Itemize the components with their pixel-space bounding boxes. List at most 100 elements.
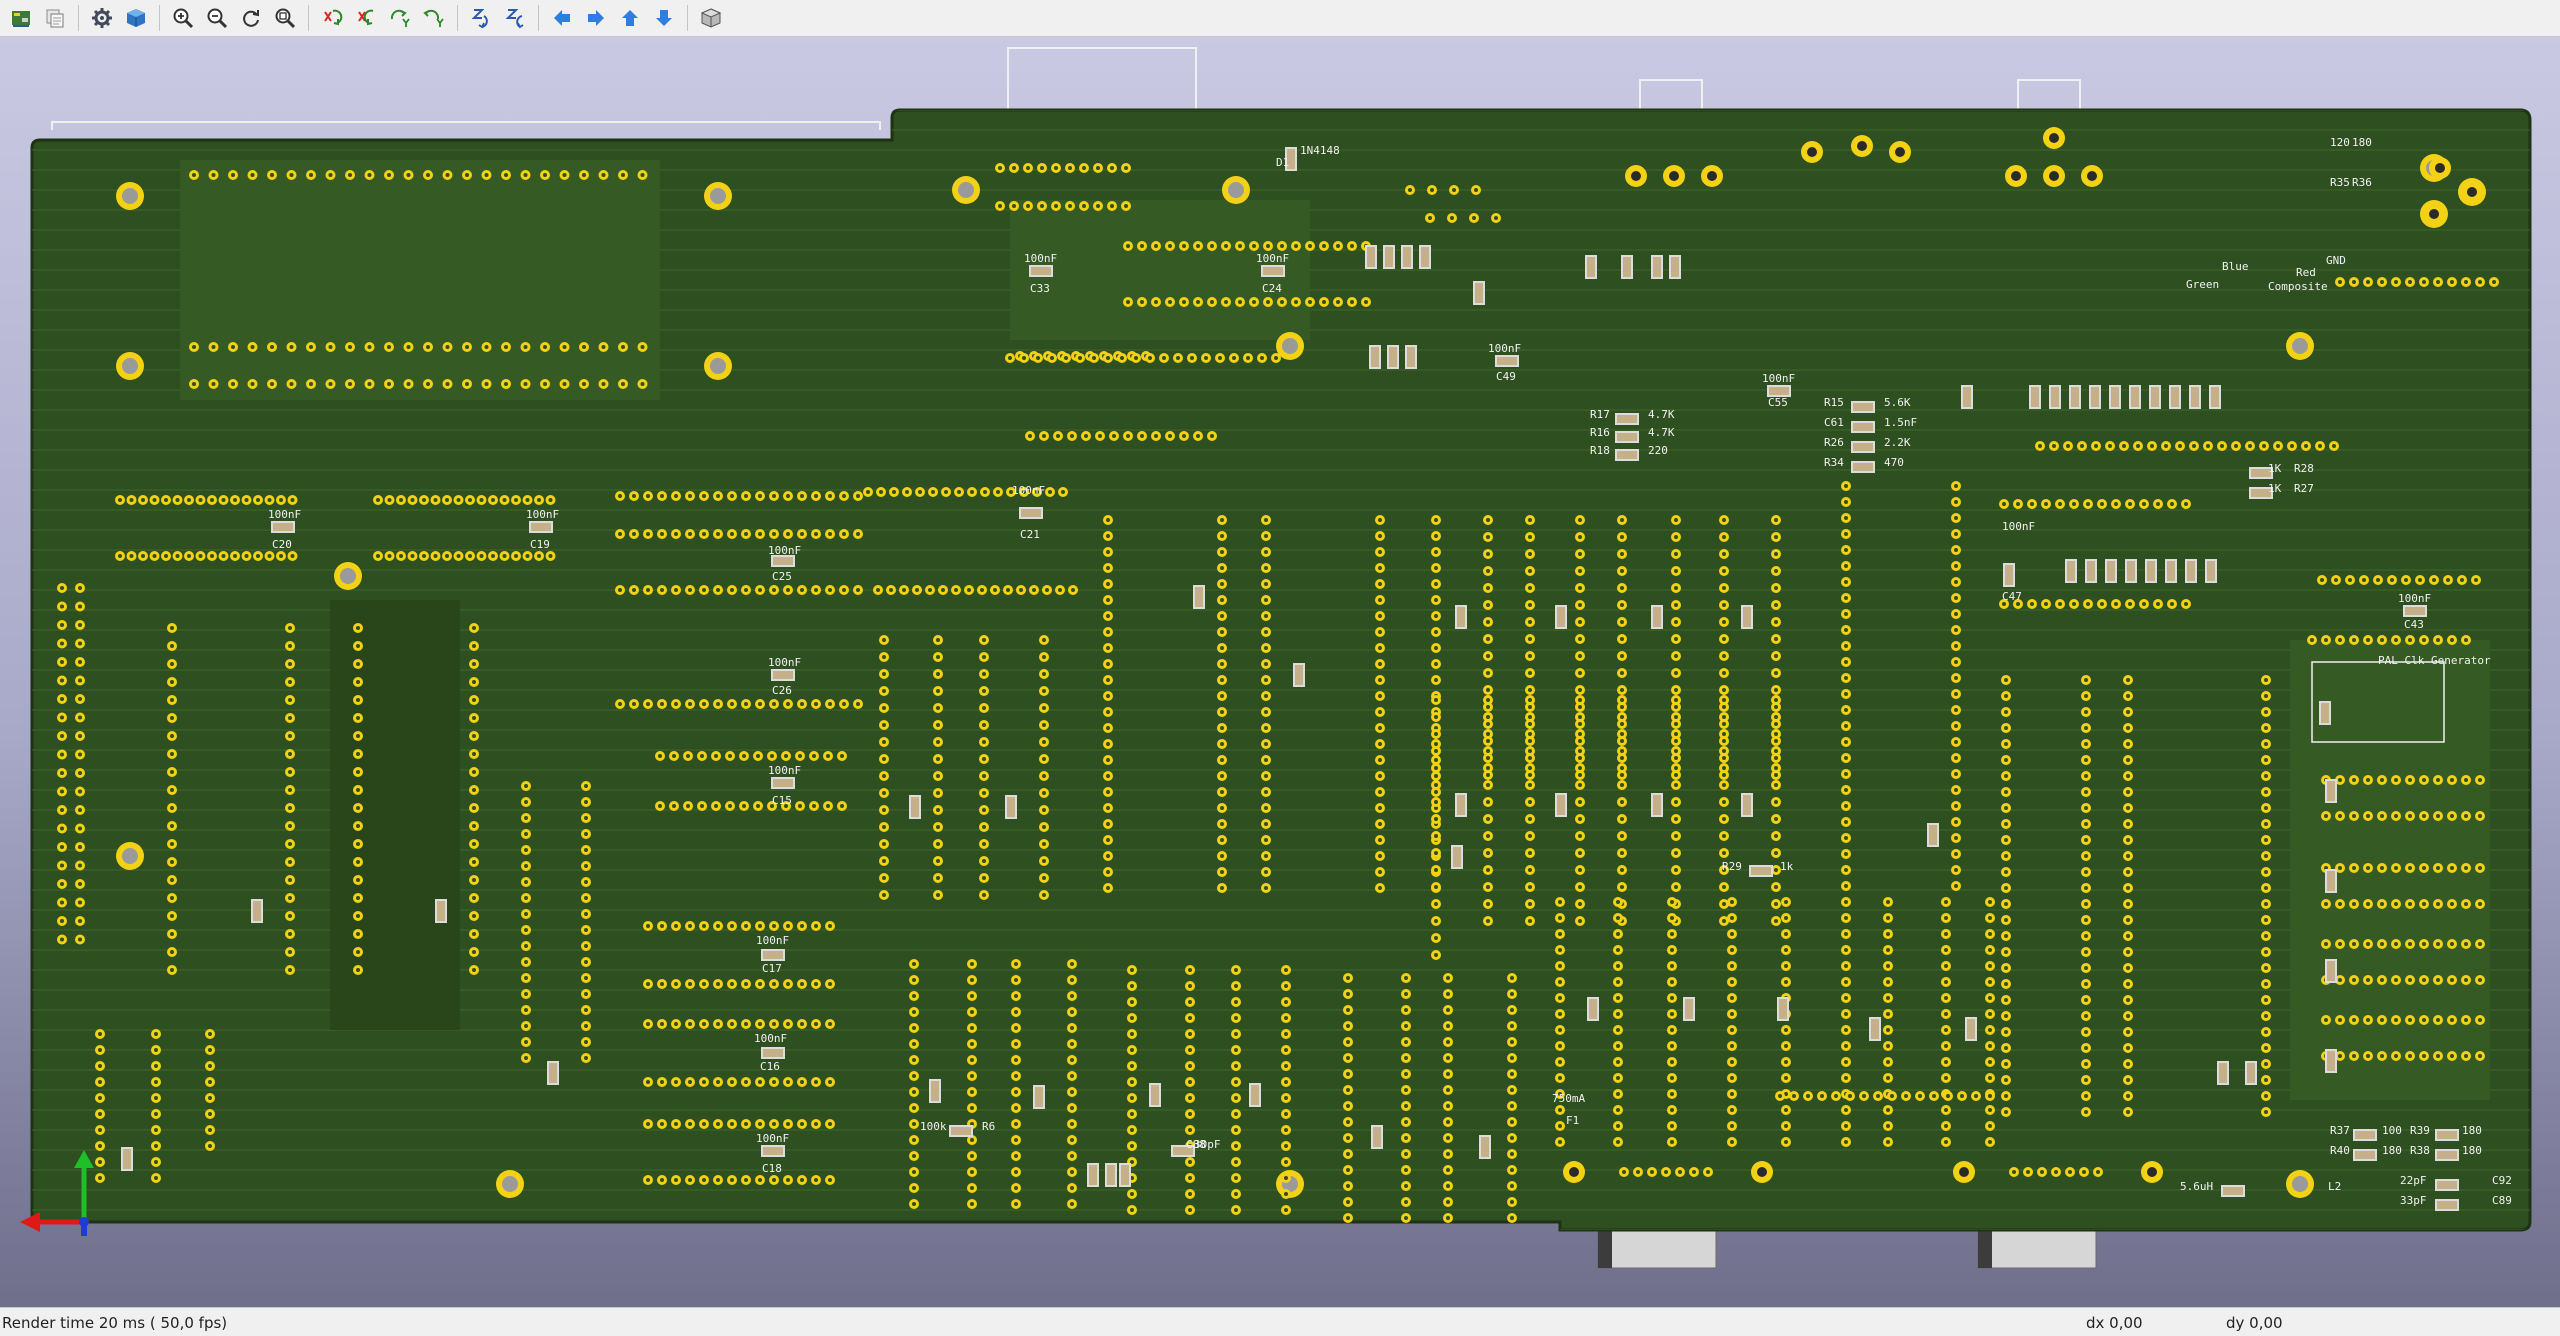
pad-hole (856, 532, 860, 536)
pad-hole (1578, 569, 1582, 573)
rotate-y-ccw-button[interactable] (419, 3, 449, 33)
pad-hole (2084, 902, 2088, 906)
pad-hole (1284, 1144, 1288, 1148)
rotate-y-cw-button[interactable] (385, 3, 415, 33)
pan-down-button[interactable] (649, 3, 679, 33)
silk-label: R6 (982, 1120, 995, 1133)
pad-hole (2126, 758, 2130, 762)
smd-part (1621, 255, 1633, 279)
pad-hole (1220, 646, 1224, 650)
pad-hole (426, 173, 430, 177)
pad-hole (2114, 602, 2118, 606)
pad-hole (60, 808, 64, 812)
pad-hole (1844, 580, 1848, 584)
pad-hole (1954, 852, 1958, 856)
pad-hole (472, 842, 476, 846)
pad-hole (524, 1024, 528, 1028)
pad-hole (445, 173, 450, 177)
pad-hole (730, 702, 734, 706)
pad-hole (1050, 356, 1054, 360)
pad-hole (60, 604, 64, 609)
pad-hole (770, 754, 774, 758)
3d-canvas[interactable]: 100nF C20 100nF C19 100nF C25 100nF C26 … (0, 37, 2560, 1307)
pad-hole (1280, 244, 1284, 248)
pad-hole (288, 716, 292, 720)
smd-part (2029, 385, 2041, 409)
pad-hole (1844, 996, 1848, 1000)
pad-hole (970, 1170, 974, 1174)
pad-hole (1284, 968, 1288, 972)
pad-hole (1510, 992, 1514, 996)
rotate-x-ccw-button[interactable] (351, 3, 381, 33)
pad-hole (154, 1096, 158, 1100)
pan-left-button[interactable] (547, 3, 577, 33)
zoom-fit-button[interactable] (270, 3, 300, 33)
pad-hole (1844, 532, 1848, 536)
pad-hole (170, 932, 174, 936)
pad-hole (1886, 1140, 1890, 1144)
pad-hole (2376, 578, 2380, 582)
silk-label: C33 (1030, 282, 1050, 295)
pad-hole (730, 588, 734, 592)
pad-hole (912, 1010, 916, 1014)
pad-hole (2026, 1170, 2030, 1174)
silk-label: 100nF (1256, 252, 1289, 265)
pad-hole (936, 757, 940, 761)
pad-hole (2142, 502, 2146, 506)
pad-hole (1378, 838, 1382, 842)
pan-up-button[interactable] (615, 3, 645, 33)
pad-hole (1154, 434, 1158, 438)
pad-hole (2408, 902, 2412, 906)
pad-hole (2436, 866, 2440, 870)
pad-hole (1284, 1080, 1288, 1084)
pad-hole (1904, 1094, 1908, 1098)
pad-hole (800, 1178, 804, 1182)
rotate-z-ccw-button[interactable] (500, 3, 530, 33)
smd-part (1455, 605, 1467, 629)
pad-hole (1336, 244, 1340, 248)
silk-label: 100nF (1012, 484, 1045, 497)
zoom-in-button[interactable] (168, 3, 198, 33)
pad-hole (2394, 978, 2398, 982)
reload-board-button[interactable] (6, 3, 36, 33)
pad-hole (928, 588, 932, 592)
pad-hole (1954, 660, 1958, 664)
pad-hole (1578, 739, 1582, 743)
smd-part (2325, 1049, 2337, 1073)
rotate-x-cw-button[interactable] (317, 3, 347, 33)
pad-hole (288, 806, 292, 810)
display-options-button[interactable] (87, 3, 117, 33)
orthographic-view-button[interactable] (696, 3, 726, 33)
copy-image-button[interactable] (40, 3, 70, 33)
rotate-z-cw-button[interactable] (466, 3, 496, 33)
pad-hole (2234, 444, 2238, 448)
pad-hole (1578, 722, 1582, 726)
pad-hole (2324, 1018, 2328, 1022)
pad-hole (1450, 216, 1454, 220)
pad-hole (702, 588, 706, 592)
pad-hole (996, 490, 1000, 494)
pad-hole (2126, 694, 2130, 698)
pad-hole (1486, 535, 1490, 539)
smd-part (2209, 385, 2221, 409)
pad-hole (1284, 1048, 1288, 1052)
pan-right-button[interactable] (581, 3, 611, 33)
pad-hole (1106, 598, 1110, 602)
pad-hole (2136, 444, 2140, 448)
pad-hole (399, 554, 403, 558)
render-options-button[interactable] (121, 3, 151, 33)
pad-hole (1844, 916, 1848, 920)
pad-hole (60, 789, 64, 794)
pad-hole (60, 882, 64, 886)
pad-hole (826, 804, 830, 808)
pad-hole (1130, 1096, 1134, 1100)
pad-hole (982, 689, 986, 693)
pad-hole (2450, 778, 2454, 782)
pad-hole (270, 382, 274, 386)
pad-hole (1844, 564, 1848, 568)
pad-hole (1774, 868, 1778, 872)
zoom-out-button[interactable] (202, 3, 232, 33)
pad-hole (233, 554, 237, 558)
pad-hole (660, 924, 664, 928)
redraw-button[interactable] (236, 3, 266, 33)
